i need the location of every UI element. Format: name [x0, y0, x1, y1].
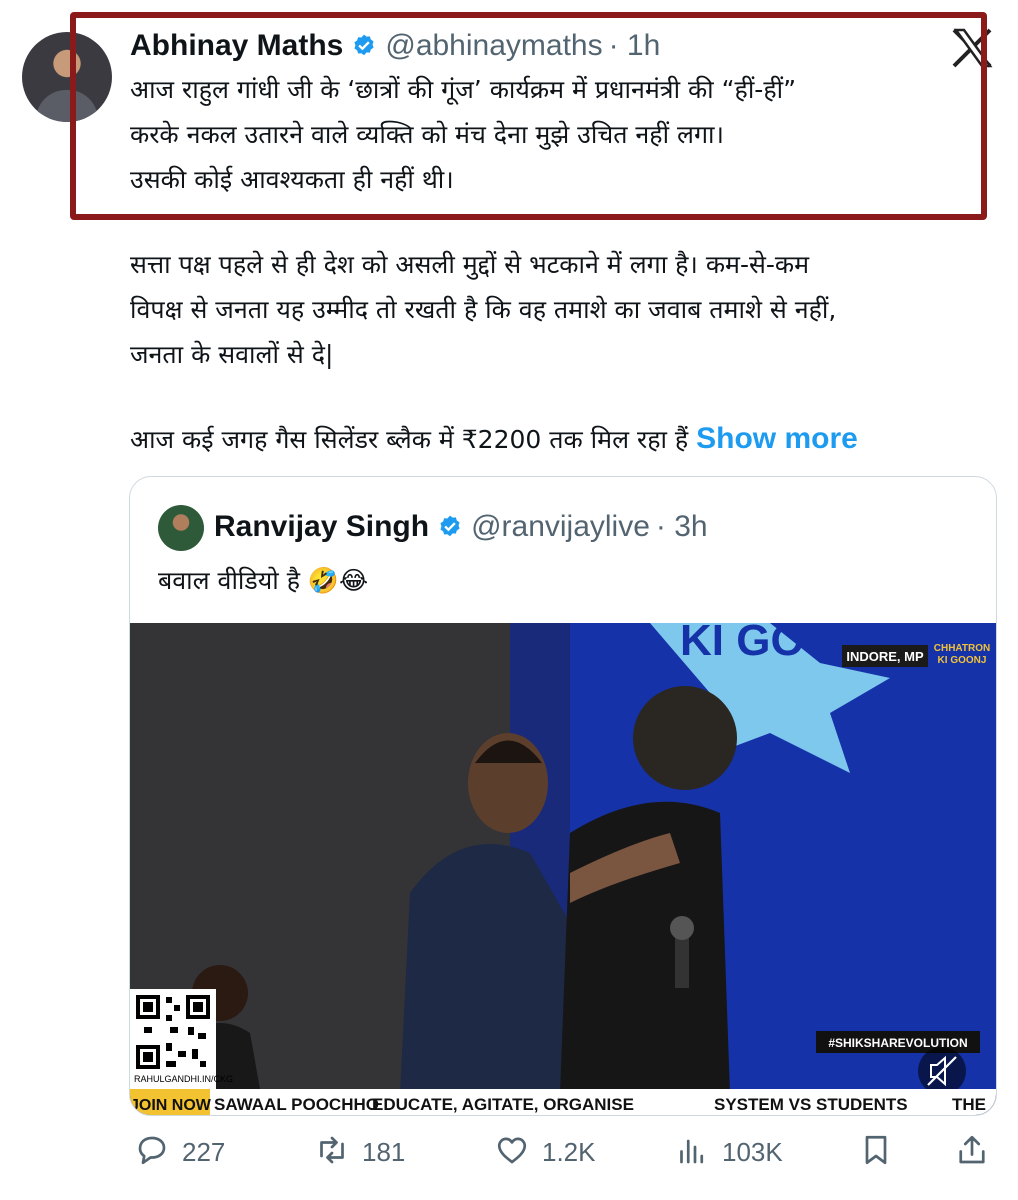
like-count: 1.2K [542, 1136, 596, 1167]
text-line: जनता के सवालों से दे| [130, 340, 334, 369]
repost-count: 181 [362, 1136, 406, 1167]
ticker-item: THE [952, 1095, 986, 1114]
quoted-tweet-header: Ranvijay Singh @ranvijaylive · 3h [214, 507, 708, 547]
quoted-author-avatar[interactable] [158, 505, 204, 551]
ticker-item: SYSTEM VS STUDENTS [714, 1095, 908, 1114]
text-line: सत्ता पक्ष पहले से ही देश को असली मुद्दो… [130, 250, 810, 279]
text-line: विपक्ष से जनता यह उम्मीद तो रखती है कि व… [130, 295, 837, 324]
video-player[interactable]: KI GOONJ INDORE, MP CHHATRON KI GOONJ RA… [130, 623, 996, 1115]
qr-caption: RAHULGANDHI.IN/CKG [134, 1074, 233, 1084]
like-button[interactable]: 1.2K [494, 1130, 596, 1174]
location-tag: INDORE, MP [846, 649, 924, 664]
reply-button[interactable]: 227 [134, 1130, 225, 1174]
ticker-item: JOIN NOW [130, 1097, 212, 1114]
tweet-paragraph-3: आज कई जगह गैस सिलेंडर ब्लैक में ₹2200 तक… [130, 416, 1000, 462]
bookmark-icon [858, 1132, 894, 1172]
views-icon [674, 1132, 710, 1172]
repost-button[interactable]: 181 [314, 1130, 405, 1174]
share-button[interactable] [954, 1130, 990, 1174]
mute-icon[interactable] [918, 1047, 966, 1095]
quoted-tweet-text: बवाल वीडियो है 🤣😂 [158, 566, 369, 595]
share-icon [954, 1132, 990, 1172]
quoted-tweet-time[interactable]: · 3h [656, 510, 708, 544]
views-count: 103K [722, 1136, 783, 1167]
video-frame: KI GOONJ INDORE, MP CHHATRON KI GOONJ RA… [130, 623, 996, 1115]
like-icon [494, 1132, 530, 1172]
tweet-paragraph-2: सत्ता पक्ष पहले से ही देश को असली मुद्दो… [130, 242, 990, 377]
quoted-tweet[interactable]: Ranvijay Singh @ranvijaylive · 3h बवाल व… [129, 476, 997, 1116]
show-more-link[interactable]: Show more [696, 422, 858, 455]
reply-icon [134, 1132, 170, 1172]
bookmark-button[interactable] [858, 1130, 894, 1174]
ticker-item: EDUCATE, AGITATE, ORGANISE [372, 1095, 634, 1114]
highlight-annotation-box [70, 12, 987, 220]
ticker-item: SAWAAL POOCHHO [214, 1095, 379, 1114]
brand-tag-line2: KI GOONJ [938, 655, 987, 666]
quoted-author-display-name[interactable]: Ranvijay Singh [214, 510, 429, 544]
text-line: आज कई जगह गैस सिलेंडर ब्लैक में ₹2200 तक… [130, 425, 689, 454]
tweet-actions: 227 181 1.2K 103K [128, 1130, 998, 1174]
repost-icon [314, 1132, 350, 1172]
brand-tag-line1: CHHATRON [934, 643, 990, 654]
quoted-author-handle[interactable]: @ranvijaylive [471, 510, 650, 544]
reply-count: 227 [182, 1136, 226, 1167]
views-button[interactable]: 103K [674, 1130, 783, 1174]
verified-icon [437, 514, 463, 540]
